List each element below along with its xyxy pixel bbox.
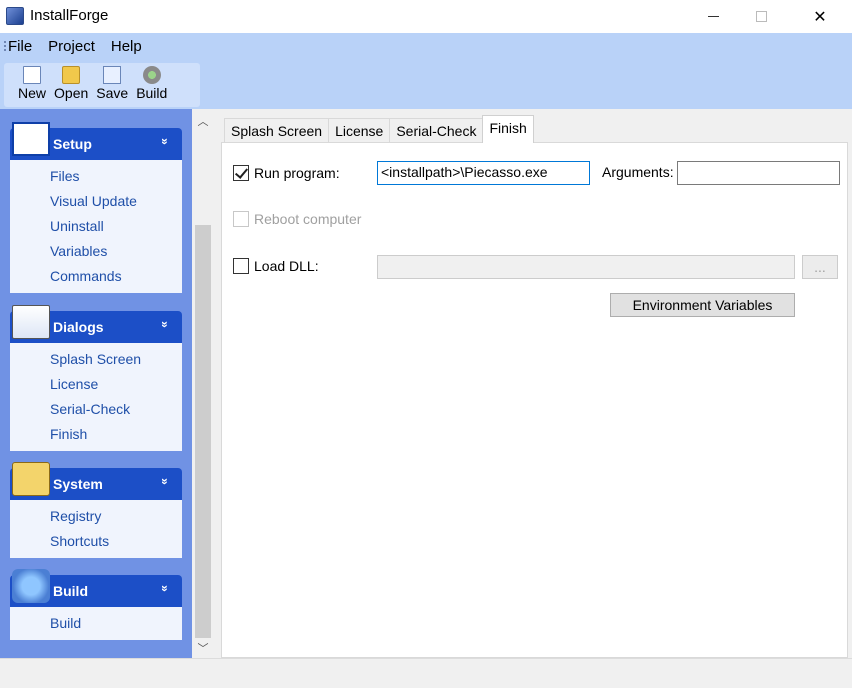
tab-splash-screen[interactable]: Splash Screen xyxy=(224,118,330,143)
sidebar-item-finish[interactable]: Finish xyxy=(10,422,182,447)
sidebar-item-serial-check[interactable]: Serial-Check xyxy=(10,397,182,422)
close-icon: ✕ xyxy=(813,8,827,26)
open-button[interactable]: Open xyxy=(50,63,92,101)
group-header-build[interactable]: Build » xyxy=(10,569,182,607)
run-program-checkbox[interactable] xyxy=(233,165,249,181)
run-program-label: Run program: xyxy=(254,165,340,181)
new-file-icon xyxy=(23,66,41,84)
reboot-computer-checkbox[interactable] xyxy=(233,211,249,227)
menu-help[interactable]: Help xyxy=(103,33,150,61)
system-gear-icon xyxy=(12,462,50,496)
load-dll-input[interactable] xyxy=(377,255,795,279)
build-button[interactable]: Build xyxy=(132,63,171,101)
new-button[interactable]: New xyxy=(14,63,50,101)
run-program-input[interactable]: <installpath>\Piecasso.exe xyxy=(377,161,590,185)
sidebar-scrollbar[interactable]: ︿ ﹀ xyxy=(192,109,214,658)
collapse-chevron-icon[interactable]: » xyxy=(158,585,172,591)
sidebar-item-build[interactable]: Build xyxy=(10,611,182,636)
scroll-down-icon[interactable]: ﹀ xyxy=(192,640,214,658)
group-header-setup[interactable]: Setup » xyxy=(10,122,182,160)
tab-strip: Splash Screen License Serial-Check Finis… xyxy=(224,115,534,143)
arguments-label: Arguments: xyxy=(602,164,674,180)
load-dll-label: Load DLL: xyxy=(254,258,319,274)
sidebar-item-visual-update[interactable]: Visual Update xyxy=(10,189,182,214)
menu-toolbar-band: File Project Help New Open Save Build xyxy=(0,33,852,109)
presentation-board-icon xyxy=(12,305,50,339)
tab-serial-check[interactable]: Serial-Check xyxy=(389,118,484,143)
sidebar-item-splash-screen[interactable]: Splash Screen xyxy=(10,347,182,372)
status-bar xyxy=(0,658,852,688)
toolbar: New Open Save Build xyxy=(4,63,200,107)
maximize-button[interactable] xyxy=(738,0,784,33)
sidebar-item-license[interactable]: License xyxy=(10,372,182,397)
sidebar-group-dialogs: Dialogs » Splash Screen License Serial-C… xyxy=(10,305,182,451)
save-icon xyxy=(103,66,122,84)
window-title: InstallForge xyxy=(30,7,109,24)
sidebar-group-system: System » Registry Shortcuts xyxy=(10,462,182,558)
scrollbar-thumb[interactable] xyxy=(195,225,211,638)
sidebar-item-registry[interactable]: Registry xyxy=(10,504,182,529)
sidebar-item-files[interactable]: Files xyxy=(10,164,182,189)
tab-license[interactable]: License xyxy=(328,118,391,143)
sidebar-item-commands[interactable]: Commands xyxy=(10,264,182,289)
group-body-system: Registry Shortcuts xyxy=(10,500,182,558)
reboot-computer-label: Reboot computer xyxy=(254,211,362,227)
open-folder-icon xyxy=(62,66,81,84)
app-icon xyxy=(6,7,24,25)
group-body-dialogs: Splash Screen License Serial-Check Finis… xyxy=(10,343,182,451)
close-button[interactable]: ✕ xyxy=(797,0,843,33)
browse-dll-button[interactable]: ... xyxy=(802,255,838,279)
setup-window-icon xyxy=(12,122,50,156)
build-disc-icon xyxy=(12,569,50,603)
load-dll-checkbox[interactable] xyxy=(233,258,249,274)
maximize-icon xyxy=(755,11,767,22)
sidebar: Setup » Files Visual Update Uninstall Va… xyxy=(0,109,192,658)
sidebar-item-variables[interactable]: Variables xyxy=(10,239,182,264)
collapse-chevron-icon[interactable]: » xyxy=(158,321,172,327)
arguments-input[interactable] xyxy=(677,161,840,185)
collapse-chevron-icon[interactable]: » xyxy=(158,478,172,484)
sidebar-item-uninstall[interactable]: Uninstall xyxy=(10,214,182,239)
build-gear-icon xyxy=(142,66,161,84)
menu-grip[interactable] xyxy=(4,41,7,53)
group-body-build: Build xyxy=(10,607,182,640)
save-button[interactable]: Save xyxy=(92,63,132,101)
minimize-icon xyxy=(707,16,719,17)
group-header-system[interactable]: System » xyxy=(10,462,182,500)
minimize-button[interactable] xyxy=(690,0,736,33)
sidebar-group-setup: Setup » Files Visual Update Uninstall Va… xyxy=(10,122,182,293)
sidebar-item-shortcuts[interactable]: Shortcuts xyxy=(10,529,182,554)
environment-variables-button[interactable]: Environment Variables xyxy=(610,293,795,317)
menu-bar: File Project Help xyxy=(0,33,150,61)
menu-project[interactable]: Project xyxy=(40,33,103,61)
group-header-dialogs[interactable]: Dialogs » xyxy=(10,305,182,343)
group-body-setup: Files Visual Update Uninstall Variables … xyxy=(10,160,182,293)
title-bar: InstallForge ✕ xyxy=(0,0,852,33)
sidebar-group-build: Build » Build xyxy=(10,569,182,640)
collapse-chevron-icon[interactable]: » xyxy=(158,138,172,144)
tab-finish[interactable]: Finish xyxy=(482,115,534,143)
scroll-up-icon[interactable]: ︿ xyxy=(192,113,214,131)
